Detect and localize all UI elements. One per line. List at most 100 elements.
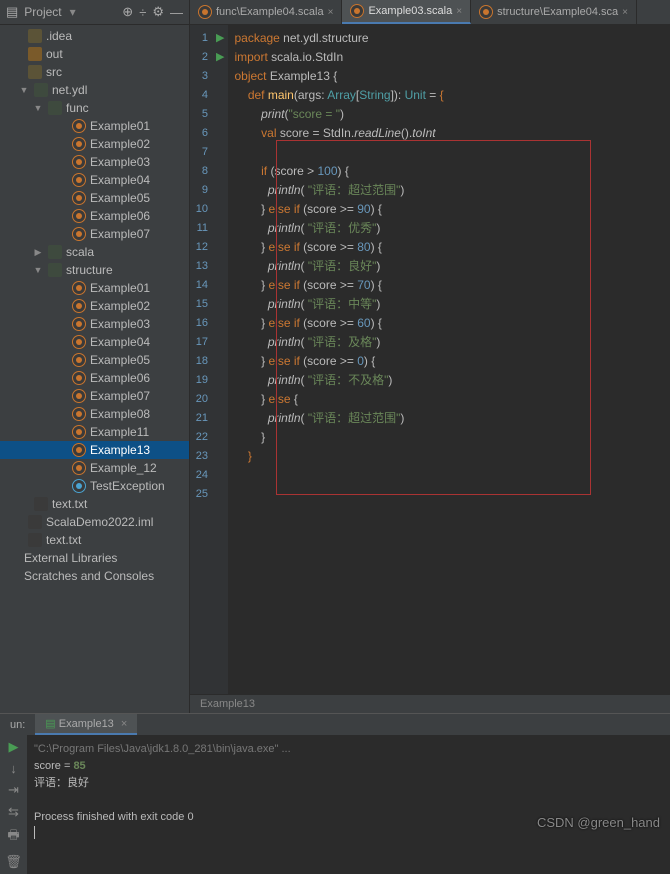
scala-icon (72, 479, 86, 493)
close-icon[interactable]: × (328, 7, 334, 18)
scala-icon (72, 227, 86, 241)
stop-icon[interactable]: ↓ (10, 761, 17, 776)
tree-item-net.ydl[interactable]: ▼net.ydl (0, 81, 189, 99)
code-line[interactable]: object Example13 { (234, 67, 664, 86)
editor-tabs: func\Example04.scala×Example03.scala×str… (190, 0, 670, 25)
print-icon[interactable]: 🖶 (7, 826, 19, 848)
tree-item-Scratches and Consoles[interactable]: Scratches and Consoles (0, 567, 189, 585)
console-output[interactable]: "C:\Program Files\Java\jdk1.8.0_281\bin\… (28, 735, 670, 874)
scala-icon (198, 5, 212, 19)
tree-item-text.txt[interactable]: text.txt (0, 495, 189, 513)
tree-item-Example02[interactable]: Example02 (0, 297, 189, 315)
tree-item-External Libraries[interactable]: External Libraries (0, 549, 189, 567)
code-line[interactable]: } else { (234, 390, 664, 409)
console-toolbar: ▶ ↓ ⇥ ⇆ 🖶 🗑 (0, 735, 28, 874)
tree-item-Example04[interactable]: Example04 (0, 171, 189, 189)
target-icon[interactable]: ⊕ (122, 4, 133, 20)
project-icon: ▤ (6, 4, 18, 20)
code-editor[interactable]: 1234567891011121314151617181920212223242… (190, 25, 670, 694)
tree-item-Example01[interactable]: Example01 (0, 279, 189, 297)
folder-icon (28, 29, 42, 43)
code-line[interactable]: } (234, 428, 664, 447)
close-icon[interactable]: × (456, 6, 462, 17)
code-line[interactable]: println( "评语：超过范围") (234, 409, 664, 428)
tree-item-Example11[interactable]: Example11 (0, 423, 189, 441)
trash-icon[interactable]: 🗑 (5, 854, 22, 870)
tree-item-Example04[interactable]: Example04 (0, 333, 189, 351)
breadcrumb[interactable]: Example13 (190, 694, 670, 713)
code-line[interactable]: } (234, 447, 664, 466)
code-line[interactable]: println( "评语：优秀") (234, 219, 664, 238)
tree-item-scala[interactable]: ▶scala (0, 243, 189, 261)
scala-icon (72, 317, 86, 331)
code-line[interactable]: } else if (score >= 70) { (234, 276, 664, 295)
code-line[interactable]: println( "评语：超过范围") (234, 181, 664, 200)
step-icon[interactable]: ⇥ (8, 782, 19, 798)
scala-icon (72, 461, 86, 475)
code-line[interactable]: println( "评语：良好") (234, 257, 664, 276)
file-icon (34, 497, 48, 511)
code-line[interactable]: } else if (score >= 90) { (234, 200, 664, 219)
tree-item-Example05[interactable]: Example05 (0, 189, 189, 207)
tree-item-structure[interactable]: ▼structure (0, 261, 189, 279)
code-line[interactable] (234, 143, 664, 162)
tree-item-Example06[interactable]: Example06 (0, 207, 189, 225)
tree-item-src[interactable]: src (0, 63, 189, 81)
editor-tab[interactable]: structure\Example04.sca× (471, 0, 637, 24)
code-line[interactable]: println( "评语：及格") (234, 333, 664, 352)
tree-item-Example06[interactable]: Example06 (0, 369, 189, 387)
code-line[interactable]: import scala.io.StdIn (234, 48, 664, 67)
scala-icon (72, 371, 86, 385)
code-line[interactable]: if (score > 100) { (234, 162, 664, 181)
code-line[interactable]: def main(args: Array[String]): Unit = { (234, 86, 664, 105)
project-tree[interactable]: .ideaoutsrc▼net.ydl▼funcExample01Example… (0, 25, 189, 713)
code-line[interactable] (234, 466, 664, 485)
tree-item-Example01[interactable]: Example01 (0, 117, 189, 135)
sidebar-header: ▤ Project ▾ ⊕ ÷ ⚙ — (0, 0, 189, 25)
code-line[interactable] (234, 485, 664, 504)
tree-item-ScalaDemo2022.iml[interactable]: ScalaDemo2022.iml (0, 513, 189, 531)
code-line[interactable]: } else if (score >= 0) { (234, 352, 664, 371)
code-line[interactable]: package net.ydl.structure (234, 29, 664, 48)
scala-icon (72, 191, 86, 205)
run-tab[interactable]: ▤ Example13 × (35, 714, 137, 735)
scala-icon (72, 389, 86, 403)
scala-icon (72, 137, 86, 151)
tree-item-func[interactable]: ▼func (0, 99, 189, 117)
collapse-icon[interactable]: ÷ (139, 5, 146, 20)
tree-item-text.txt[interactable]: text.txt (0, 531, 189, 549)
hide-icon[interactable]: — (170, 5, 183, 20)
tree-item-Example02[interactable]: Example02 (0, 135, 189, 153)
gear-icon[interactable]: ⚙ (152, 4, 164, 20)
editor-tab[interactable]: Example03.scala× (342, 0, 471, 24)
tree-item-.idea[interactable]: .idea (0, 27, 189, 45)
code-line[interactable]: println( "评语：中等") (234, 295, 664, 314)
code-line[interactable]: val score = StdIn.readLine().toInt (234, 124, 664, 143)
scala-icon (72, 173, 86, 187)
run-tool-label[interactable]: un: (0, 716, 35, 734)
tree-item-TestException[interactable]: TestException (0, 477, 189, 495)
folder-icon (28, 65, 42, 79)
tree-item-Example07[interactable]: Example07 (0, 387, 189, 405)
tree-item-Example_12[interactable]: Example_12 (0, 459, 189, 477)
tree-item-Example05[interactable]: Example05 (0, 351, 189, 369)
tree-item-Example08[interactable]: Example08 (0, 405, 189, 423)
scala-icon (72, 335, 86, 349)
tree-item-out[interactable]: out (0, 45, 189, 63)
project-sidebar: ▤ Project ▾ ⊕ ÷ ⚙ — .ideaoutsrc▼net.ydl▼… (0, 0, 190, 713)
code-line[interactable]: print("score = ") (234, 105, 664, 124)
rerun-icon[interactable]: ▶ (9, 739, 19, 755)
code-line[interactable]: } else if (score >= 80) { (234, 238, 664, 257)
tree-item-Example13[interactable]: Example13 (0, 441, 189, 459)
file-icon (28, 515, 42, 529)
close-icon[interactable]: × (622, 7, 628, 18)
tree-item-Example07[interactable]: Example07 (0, 225, 189, 243)
tree-item-Example03[interactable]: Example03 (0, 153, 189, 171)
code-line[interactable]: println( "评语：不及格") (234, 371, 664, 390)
wrap-icon[interactable]: ⇆ (8, 804, 19, 820)
package-icon (48, 245, 62, 259)
code-line[interactable]: } else if (score >= 60) { (234, 314, 664, 333)
package-icon (34, 83, 48, 97)
editor-tab[interactable]: func\Example04.scala× (190, 0, 342, 24)
tree-item-Example03[interactable]: Example03 (0, 315, 189, 333)
